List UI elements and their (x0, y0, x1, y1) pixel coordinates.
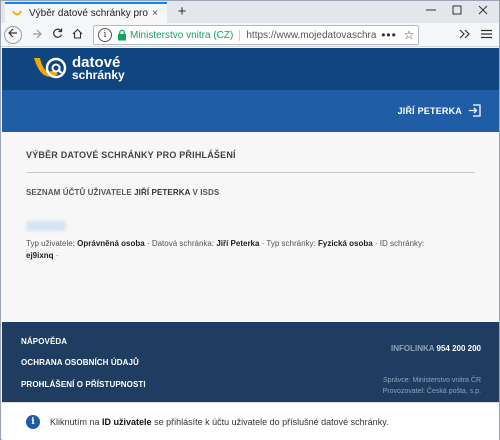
lock-icon[interactable] (117, 29, 127, 41)
forward-button[interactable] (28, 26, 46, 44)
list-title-suffix: V ISDS (190, 188, 220, 197)
chevron-double-right-icon (459, 29, 470, 39)
info-notice: i Kliknutím na ID uživatele se přihlásít… (2, 402, 499, 440)
box-type-label: · Typ schránky: (259, 239, 318, 248)
user-bar: JIŘÍ PETERKA (2, 90, 499, 132)
box-id-label: · ID schránky: (372, 239, 425, 248)
account-details: Typ uživatele: Oprávněná osoba · Datová … (26, 238, 466, 262)
back-button[interactable] (4, 26, 22, 44)
url-text[interactable]: https://www.mojedatovaschra (246, 30, 378, 41)
page-actions-icon[interactable]: ••• (378, 28, 400, 42)
administrator-text: Správce: Ministerstvo vnitra ČR (382, 377, 481, 384)
site-header: datové schránky (2, 48, 499, 90)
infolinka-label: INFOLINKA (391, 344, 437, 353)
arrow-right-icon (33, 29, 42, 39)
user-logout-link[interactable]: JIŘÍ PETERKA (398, 104, 481, 117)
footer-link-accessibility[interactable]: PROHLÁŠENÍ O PŘÍSTUPNOSTI (21, 380, 146, 389)
list-title-prefix: SEZNAM ÚČTŮ UŽIVATELE (26, 188, 135, 197)
reload-button[interactable] (48, 26, 66, 44)
infolinka-number[interactable]: 954 200 200 (437, 344, 482, 353)
notice-text: Kliknutím na ID uživatele se přihlásíte … (50, 417, 389, 427)
navigation-bar: i Ministerstvo vnitra (CZ) https://www.m… (1, 23, 499, 47)
hamburger-menu-icon (480, 29, 492, 39)
home-button[interactable] (68, 26, 86, 44)
box-value: Jiří Peterka (216, 239, 260, 248)
new-tab-button[interactable]: + (173, 3, 191, 21)
user-id-link-blurred[interactable] (26, 221, 66, 231)
box-type-value: Fyzická osoba (318, 239, 373, 248)
datove-schranky-logo[interactable]: datové schránky (32, 54, 125, 84)
box-id-tail: · (53, 251, 59, 260)
maximize-icon (452, 5, 462, 15)
home-icon (72, 28, 82, 39)
logout-icon (469, 104, 481, 117)
bookmark-star-icon[interactable]: ☆ (400, 28, 418, 42)
account-list-title: SEZNAM ÚČTŮ UŽIVATELE JIŘÍ PETERKA V ISD… (26, 188, 219, 197)
minimize-icon (426, 9, 436, 11)
notice-bold: ID uživatele (102, 416, 152, 427)
box-id-value: ej9ixnq (26, 251, 54, 260)
notice-pre: Kliknutím na (50, 416, 103, 427)
main-content: VÝBĚR DATOVÉ SCHRÁNKY PRO PŘIHLÁŠENÍ SEZ… (2, 132, 499, 322)
operator-info: Správce: Ministerstvo vnitra ČR Provozov… (383, 375, 481, 397)
info-icon: i (26, 414, 40, 429)
app-menu-button[interactable] (477, 26, 495, 44)
tab-close-icon[interactable]: × (149, 8, 161, 19)
minimize-button[interactable] (421, 3, 441, 21)
close-window-button[interactable] (473, 3, 493, 21)
reload-icon (52, 28, 62, 38)
arrow-left-icon (8, 28, 17, 38)
box-label: · Datová schránka: (144, 239, 217, 248)
browser-window: Výběr datové schránky pro přihlášení × +… (0, 0, 500, 440)
notice-post: se přihlásíte k účtu uživatele do příslu… (151, 416, 389, 427)
tab-strip: Výběr datové schránky pro přihlášení × + (1, 1, 499, 23)
list-title-user: JIŘÍ PETERKA (134, 188, 191, 197)
page-title: VÝBĚR DATOVÉ SCHRÁNKY PRO PŘIHLÁŠENÍ (26, 150, 236, 160)
tab-title: Výběr datové schránky pro přihlášení (29, 8, 149, 19)
user-name: JIŘÍ PETERKA (397, 105, 462, 116)
web-page: datové schránky JIŘÍ PETERKA VÝBĚR DATOV… (2, 48, 499, 440)
divider (26, 172, 475, 173)
overflow-menu-button[interactable] (455, 26, 473, 44)
close-icon (478, 5, 488, 15)
datove-schranky-favicon-icon (12, 10, 22, 15)
user-type-value: Oprávněná osoba (77, 239, 145, 248)
at-sign-logo-icon (34, 57, 67, 79)
logo-text: datové schránky (72, 55, 125, 82)
maximize-button[interactable] (447, 3, 467, 21)
address-bar[interactable]: i Ministerstvo vnitra (CZ) https://www.m… (93, 25, 419, 45)
site-info-icon[interactable]: i (98, 28, 112, 42)
logo-line-2: schránky (72, 68, 125, 82)
infolinka: INFOLINKA 954 200 200 (391, 344, 481, 353)
footer-link-privacy[interactable]: OCHRANA OSOBNÍCH ÚDAJŮ (21, 358, 139, 367)
user-type-label: Typ uživatele: (26, 239, 78, 248)
footer-link-help[interactable]: NÁPOVĚDA (21, 337, 67, 346)
tab-active[interactable]: Výběr datové schránky pro přihlášení × (5, 2, 167, 23)
site-footer: NÁPOVĚDA OCHRANA OSOBNÍCH ÚDAJŮ PROHLÁŠE… (2, 322, 499, 402)
operator-text: Provozovatel: Česká pošta, s.p. (382, 388, 481, 395)
site-identity[interactable]: Ministerstvo vnitra (CZ) (130, 29, 241, 41)
